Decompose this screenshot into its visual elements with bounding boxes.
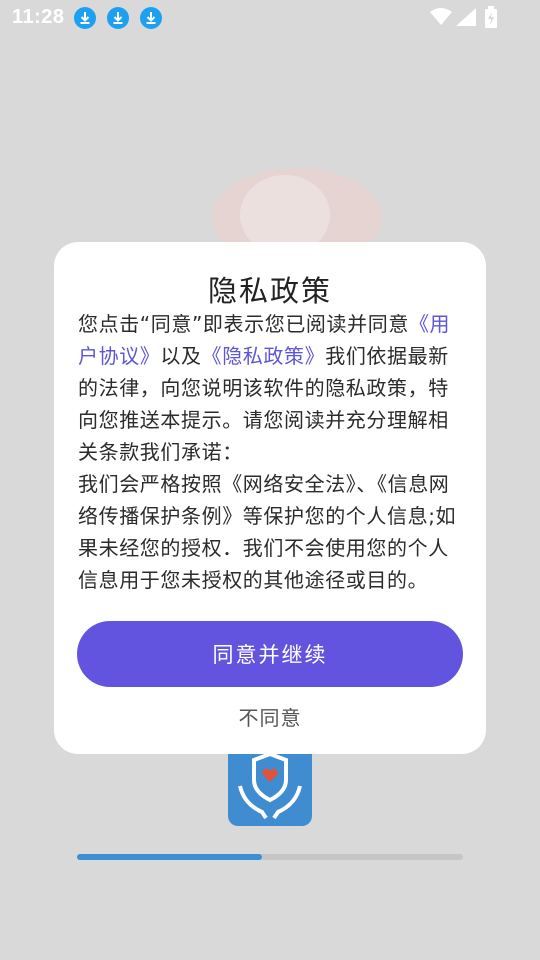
wifi-icon bbox=[430, 8, 452, 30]
dialog-title: 隐私政策 bbox=[207, 274, 332, 308]
battery-charging-icon bbox=[484, 6, 498, 32]
privacy-policy-dialog: 隐私政策 您点击“同意”即表示您已阅读并同意《用户协议》以及《隐私政策》我们依据… bbox=[54, 242, 486, 754]
privacy-policy-link[interactable]: 《隐私政策》 bbox=[202, 344, 326, 368]
status-bar: 11:28 bbox=[0, 0, 540, 36]
commitment-text: 我们会严格按照《网络安全法》、《信息网络传播保护条例》等保护您的个人信息;如果未… bbox=[78, 472, 457, 592]
disagree-button[interactable]: 不同意 bbox=[54, 702, 486, 731]
intro-prefix: 您点击“同意”即表示您已阅读并同意 bbox=[78, 312, 409, 336]
download-icon bbox=[140, 7, 162, 29]
dialog-body: 您点击“同意”即表示您已阅读并同意《用户协议》以及《隐私政策》我们依据最新的法律… bbox=[78, 308, 462, 596]
loading-progress-bar bbox=[77, 854, 463, 860]
agree-continue-button[interactable]: 同意并继续 bbox=[77, 621, 463, 687]
download-icon bbox=[74, 7, 96, 29]
signal-icon bbox=[456, 8, 476, 30]
loading-progress-fill bbox=[77, 854, 263, 860]
connector-text: 以及 bbox=[160, 344, 202, 368]
status-time: 11:28 bbox=[12, 6, 65, 28]
download-icon bbox=[107, 7, 129, 29]
